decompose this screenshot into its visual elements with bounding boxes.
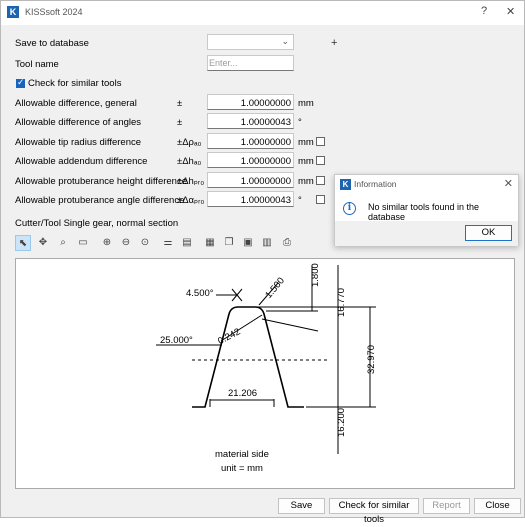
tool-name-label: Tool name (15, 59, 59, 70)
dim-total: 32.970 (366, 345, 377, 374)
dim-addendum: 16.770 (336, 288, 347, 317)
row-label-addendum: Allowable addendum difference (15, 156, 148, 167)
dialog-message: No similar tools found in the database (368, 202, 480, 222)
dim-dedendum: 16.200 (336, 408, 347, 437)
save-to-database-label: Save to database (15, 38, 89, 49)
row-unit-addendum: mm (298, 156, 314, 167)
row-unit-angles: ° (298, 117, 302, 128)
graphic-toolbar: ⬉ ✥ ⌕ ▭ ⊕ ⊖ ⊙ ⚌ ▤ ▦ ❐ ▣ ▥ ⎙ (15, 235, 305, 253)
info-icon: i (343, 202, 356, 215)
save-as-icon[interactable]: ▥ (259, 235, 275, 251)
dialog-footer: OK (335, 221, 518, 246)
row-label-tip-radius: Allowable tip radius difference (15, 137, 142, 148)
select-icon[interactable]: ⬉ (15, 235, 31, 251)
dim-top-height: 1.800 (310, 263, 321, 287)
dialog-close-button[interactable]: ✕ (504, 177, 513, 190)
row-unit-tip-radius: mm (298, 137, 314, 148)
move-icon[interactable]: ✥ (35, 235, 51, 251)
tool-name-placeholder: Enter... (209, 58, 238, 68)
row-checkbox-prot-height[interactable] (316, 176, 325, 185)
row-symbol-prot-angle: ±Δαₚᵣ₀ (177, 195, 205, 206)
zoom-fit-icon[interactable]: ⊙ (137, 235, 153, 251)
row-value-angles: 1.00000043 (240, 117, 291, 128)
row-value-addendum: 1.00000000 (240, 156, 291, 167)
row-value-prot-height: 1.00000000 (240, 176, 291, 187)
row-value-tip-radius: 1.00000000 (240, 137, 291, 148)
row-symbol-addendum: ±Δhₐ₀ (177, 156, 202, 167)
row-symbol-prot-height: ±Δhₚᵣ₀ (177, 176, 205, 187)
row-label-general: Allowable difference, general (15, 98, 137, 109)
ok-button[interactable]: OK (465, 225, 512, 241)
copy-icon[interactable]: ❐ (221, 235, 237, 251)
row-checkbox-prot-angle[interactable] (316, 195, 325, 204)
row-symbol-angles: ± (177, 117, 183, 128)
add-database-button[interactable]: + (331, 37, 337, 49)
tool-profile-drawing: 4.500° 1.500 1.800 16.770 25.000° 0.242 … (156, 263, 377, 474)
dim-flank-angle: 25.000° (160, 335, 193, 346)
check-similar-label: Check for similar tools (28, 78, 122, 89)
main-window: K KISSsoft 2024 ? ✕ Save to database ⌄ +… (0, 0, 525, 525)
row-unit-general: mm (298, 98, 314, 109)
row-label-prot-height: Allowable protuberance height difference (15, 176, 187, 187)
save-to-database-select[interactable]: ⌄ (207, 34, 294, 50)
measure-icon[interactable]: ▭ (75, 235, 91, 251)
close-button[interactable]: Close (474, 498, 521, 514)
dialog-title-bar: K Information ✕ (335, 175, 518, 193)
row-unit-prot-angle: ° (298, 195, 302, 206)
row-value-prot-angle: 1.00000043 (240, 195, 291, 206)
row-symbol-general: ± (177, 98, 183, 109)
title-bar: K KISSsoft 2024 ? ✕ (1, 1, 524, 25)
zoom-out-icon[interactable]: ⊖ (118, 235, 134, 251)
report-button[interactable]: Report (423, 498, 470, 514)
chevron-down-icon: ⌄ (281, 36, 289, 46)
close-window-button[interactable]: ✕ (506, 5, 515, 18)
row-label-prot-angle: Allowable protuberance angle difference (15, 195, 185, 206)
kisssoft-logo-icon: K (7, 6, 19, 18)
dim-small: 0.242 (216, 326, 242, 347)
zoom-window-icon[interactable]: ⌕ (55, 235, 71, 251)
help-button[interactable]: ? (481, 5, 487, 17)
print-icon[interactable]: ⎙ (279, 235, 295, 251)
row-value-general: 1.00000000 (240, 98, 291, 109)
check-similar-checkbox[interactable] (16, 77, 25, 88)
settings-icon[interactable]: ⚌ (160, 235, 176, 251)
dim-tip-angle: 4.500° (186, 288, 214, 299)
report-icon[interactable]: ▦ (202, 235, 218, 251)
save-icon[interactable]: ▣ (240, 235, 256, 251)
save-button[interactable]: Save (278, 498, 325, 514)
check-similar-button[interactable]: Check for similar tools (329, 498, 419, 525)
unit-note: unit = mm (221, 463, 263, 474)
row-unit-prot-height: mm (298, 176, 314, 187)
dim-width: 21.206 (228, 388, 257, 399)
kisssoft-logo-icon: K (340, 179, 351, 190)
graphic-section-title: Cutter/Tool Single gear, normal section (15, 218, 179, 229)
information-dialog: K Information ✕ i No similar tools found… (334, 174, 519, 246)
zoom-in-icon[interactable]: ⊕ (99, 235, 115, 251)
tool-profile-canvas[interactable]: 4.500° 1.500 1.800 16.770 25.000° 0.242 … (15, 258, 515, 489)
row-label-angles: Allowable difference of angles (15, 117, 142, 128)
row-symbol-tip-radius: ±Δρₐ₀ (177, 137, 202, 148)
dim-tip-radius: 1.500 (263, 275, 287, 300)
dialog-title: Information (354, 179, 397, 189)
properties-icon[interactable]: ▤ (179, 235, 195, 251)
row-checkbox-addendum[interactable] (316, 156, 325, 165)
row-checkbox-tip-radius[interactable] (316, 137, 325, 146)
window-title: KISSsoft 2024 (25, 7, 83, 17)
material-side-label: material side (215, 449, 269, 460)
